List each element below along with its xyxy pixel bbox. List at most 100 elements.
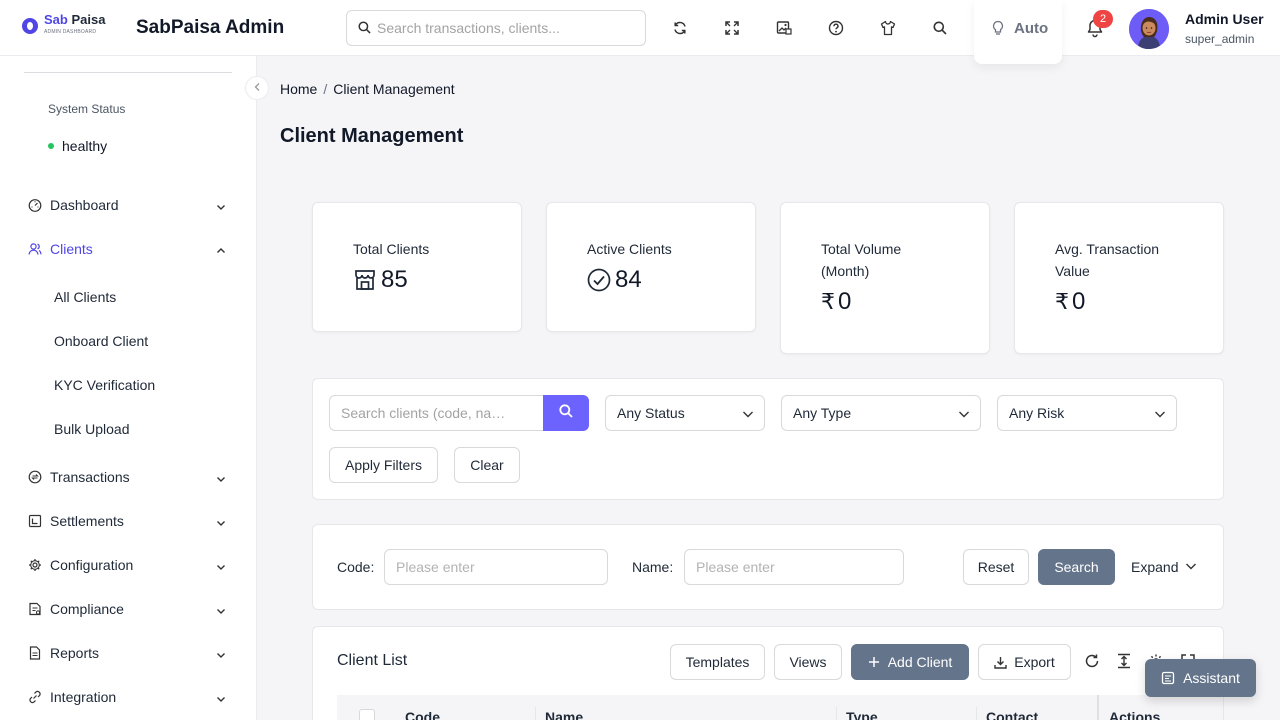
chevron-up-icon	[216, 243, 226, 261]
chevron-left-icon	[253, 79, 261, 97]
app-title: SabPaisa Admin	[136, 17, 285, 38]
sidebar-item-label: Transactions	[50, 469, 130, 485]
add-client-label: Add Client	[887, 654, 953, 670]
expand-label: Expand	[1131, 559, 1179, 575]
clear-filters-button[interactable]: Clear	[454, 447, 520, 483]
system-status-label: System Status	[48, 102, 126, 116]
search-icon[interactable]	[930, 18, 950, 38]
column-header-type[interactable]: Type	[846, 709, 878, 720]
breadcrumb-home[interactable]: Home	[280, 81, 317, 97]
name-input[interactable]	[685, 550, 903, 584]
sidebar-subitem-onboard-client[interactable]: Onboard Client	[54, 333, 148, 349]
status-select[interactable]: Any Status	[605, 395, 765, 431]
plus-icon	[868, 656, 880, 668]
logo-primary: Sab	[44, 12, 68, 27]
sidebar-subitem-bulk-upload[interactable]: Bulk Upload	[54, 421, 130, 437]
table-header: Code Name Type Contact Actions	[337, 695, 1223, 720]
stat-title: Total Clients	[353, 241, 430, 257]
theme-switcher[interactable]: Auto	[974, 0, 1062, 64]
global-search-input[interactable]	[377, 11, 637, 45]
chevron-down-icon	[216, 603, 226, 621]
select-all-checkbox[interactable]	[359, 709, 375, 720]
sidebar-item-label: Reports	[50, 645, 100, 661]
assistant-icon	[1161, 671, 1183, 685]
shop-icon	[353, 268, 377, 292]
logo-subtitle: ADMIN DASHBOARD	[44, 29, 97, 35]
client-search-button[interactable]	[543, 395, 589, 431]
density-icon[interactable]	[1115, 652, 1133, 670]
logo-secondary: Paisa	[71, 12, 106, 27]
assistant-button[interactable]: Assistant	[1145, 659, 1256, 697]
skin-icon[interactable]	[878, 18, 898, 38]
stat-card-total-clients: Total Clients 85	[312, 202, 522, 332]
sidebar-item-compliance[interactable]: Compliance	[28, 597, 228, 621]
search-button[interactable]: Search	[1038, 549, 1115, 585]
sidebar-item-label: Compliance	[50, 601, 124, 617]
label-colon: :	[370, 559, 375, 575]
chevron-down-icon	[958, 407, 970, 425]
expand-button[interactable]: Expand	[1131, 559, 1197, 575]
sidebar-item-dashboard[interactable]: Dashboard	[28, 193, 228, 217]
status-select-value: Any Status	[617, 405, 685, 421]
sidebar-item-clients[interactable]: Clients	[28, 237, 228, 261]
top-header: Sab Paisa ADMIN DASHBOARD SabPaisa Admin…	[0, 0, 1280, 64]
chevron-down-icon	[216, 691, 226, 709]
chevron-down-icon	[742, 407, 754, 425]
sidebar-item-label: Configuration	[50, 557, 134, 573]
system-status-value: healthy	[62, 138, 108, 154]
clients-icon	[28, 242, 42, 256]
export-button[interactable]: Export	[978, 644, 1071, 680]
global-search[interactable]	[346, 10, 646, 46]
user-name[interactable]: Admin User	[1185, 11, 1264, 27]
name-field[interactable]	[684, 549, 904, 585]
client-search[interactable]	[329, 395, 543, 431]
sidebar-collapse-button[interactable]	[245, 76, 269, 100]
transactions-icon	[28, 470, 42, 484]
sidebar-item-label: Clients	[50, 241, 93, 257]
sidebar-item-reports[interactable]: Reports	[28, 641, 228, 665]
integration-icon	[28, 690, 42, 704]
user-role: super_admin	[1185, 32, 1255, 46]
sidebar-item-transactions[interactable]: Transactions	[28, 465, 228, 489]
views-button[interactable]: Views	[774, 644, 842, 680]
sidebar-divider	[24, 72, 232, 73]
client-search-input[interactable]	[330, 396, 543, 430]
refresh-icon[interactable]	[670, 18, 690, 38]
help-icon[interactable]	[826, 18, 846, 38]
download-icon	[994, 656, 1007, 669]
stat-value: 0	[1072, 288, 1086, 315]
stat-value: 84	[615, 266, 642, 293]
code-input[interactable]	[385, 550, 607, 584]
risk-select[interactable]: Any Risk	[997, 395, 1177, 431]
image-translate-icon[interactable]	[774, 18, 794, 38]
column-header-contact[interactable]: Contact	[986, 709, 1038, 720]
logo[interactable]: Sab Paisa ADMIN DASHBOARD	[22, 12, 105, 35]
type-select[interactable]: Any Type	[781, 395, 981, 431]
breadcrumb-separator: /	[323, 81, 328, 97]
reload-icon[interactable]	[1083, 652, 1101, 670]
code-label: Code	[337, 559, 371, 575]
code-field[interactable]	[384, 549, 608, 585]
reset-button[interactable]: Reset	[963, 549, 1029, 585]
compliance-icon	[28, 602, 42, 616]
templates-button[interactable]: Templates	[670, 644, 765, 680]
reports-icon	[28, 646, 42, 660]
fullscreen-icon[interactable]	[722, 18, 742, 38]
stat-value: 0	[838, 288, 852, 315]
avatar[interactable]	[1129, 9, 1169, 49]
query-form: Code: Name: Reset Search Expand	[312, 524, 1224, 610]
sidebar-item-integration[interactable]: Integration	[28, 685, 228, 709]
risk-select-value: Any Risk	[1009, 405, 1065, 421]
column-header-code[interactable]: Code	[405, 709, 440, 720]
bulb-icon	[991, 20, 1005, 41]
filter-panel: Any Status Any Type Any Risk Apply Filte…	[312, 378, 1224, 500]
sidebar-subitem-all-clients[interactable]: All Clients	[54, 289, 116, 305]
column-header-name[interactable]: Name	[545, 709, 583, 720]
stat-card-avg-transaction: Avg. Transaction Value ₹ 0	[1014, 202, 1224, 354]
add-client-button[interactable]: Add Client	[851, 644, 969, 680]
sidebar-item-configuration[interactable]: Configuration	[28, 553, 228, 577]
sidebar-item-settlements[interactable]: Settlements	[28, 509, 228, 533]
sidebar-subitem-kyc-verification[interactable]: KYC Verification	[54, 377, 155, 393]
apply-filters-button[interactable]: Apply Filters	[329, 447, 438, 483]
currency-symbol: ₹	[821, 289, 835, 314]
